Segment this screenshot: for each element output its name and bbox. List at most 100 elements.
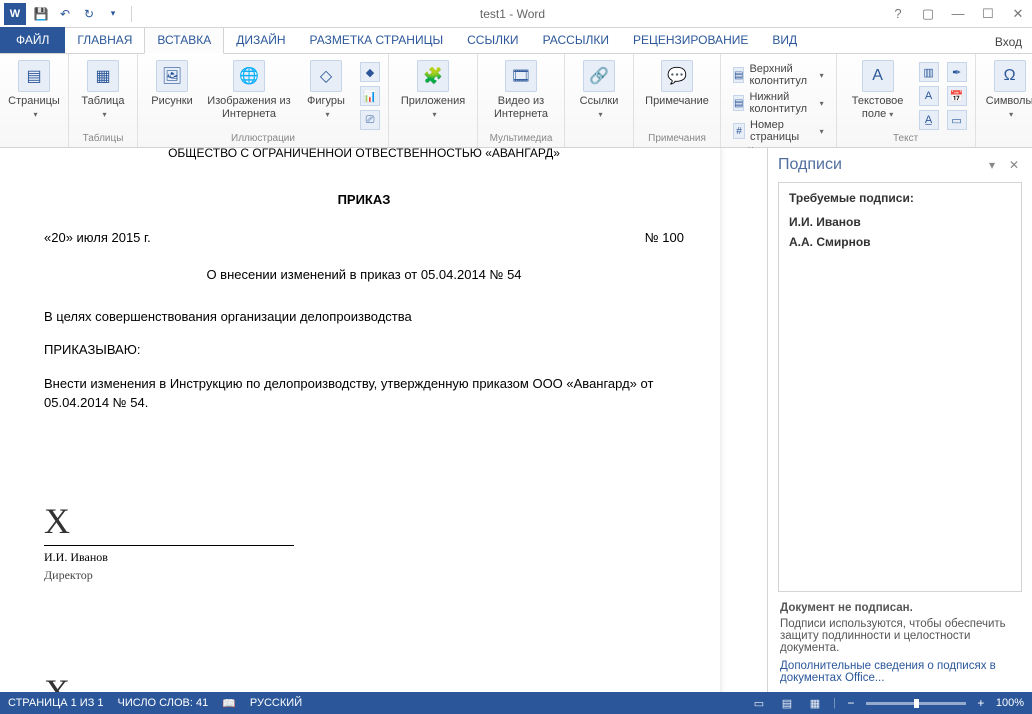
tab-mailings[interactable]: РАССЫЛКИ [531, 28, 621, 53]
pages-label: Страницы [8, 95, 60, 107]
pagenum-label: Номер страницы [750, 119, 812, 143]
doc-number: № 100 [645, 228, 684, 248]
header-icon: ▤ [733, 67, 744, 83]
table-icon: ▦ [87, 60, 119, 92]
group-label-media: Мультимедиа [490, 131, 553, 145]
workspace: ОБЩЕСТВО С ОГРАНИЧЕННОЙ ОТВЕСТВЕННОСТЬЮ … [0, 148, 1032, 692]
zoom-slider[interactable] [866, 702, 966, 705]
help-icon[interactable]: ? [890, 6, 906, 22]
symbols-label: Символы [986, 95, 1032, 107]
signature-line-icon[interactable]: ✒ [947, 62, 967, 82]
signature-1-role: Директор [44, 566, 684, 584]
minimize-icon[interactable]: — [950, 6, 966, 22]
signatures-pane: Подписи ▾ ✕ Требуемые подписи: И.И. Иван… [768, 148, 1032, 692]
table-label: Таблица [81, 95, 124, 107]
screenshot-icon[interactable]: ⎚ [360, 110, 380, 130]
tab-home[interactable]: ГЛАВНАЯ [65, 28, 144, 53]
header-label: Верхний колонтитул [749, 63, 811, 87]
online-pictures-label: Изображения из Интернета [206, 95, 292, 120]
textbox-button[interactable]: A Текстовое поле▾ [845, 58, 911, 120]
footer-button[interactable]: ▤Нижний колонтитул▾ [729, 90, 828, 116]
table-button[interactable]: ▦ Таблица▾ [77, 58, 129, 120]
ribbon-display-options-icon[interactable]: ▢ [920, 6, 936, 22]
tab-design[interactable]: ДИЗАЙН [224, 28, 297, 53]
group-label-tables: Таблицы [83, 131, 124, 145]
save-icon[interactable]: 💾 [32, 5, 50, 23]
status-language[interactable]: РУССКИЙ [250, 697, 302, 709]
wordart-icon[interactable]: A [919, 86, 939, 106]
group-links: 🔗 Ссылки▾ [565, 54, 634, 147]
signer-2[interactable]: А.А. Смирнов [789, 235, 1011, 249]
apps-icon: 🧩 [417, 60, 449, 92]
footer-icon: ▤ [733, 95, 744, 111]
signature-info-link[interactable]: Дополнительные сведения о подписях в док… [780, 660, 1020, 684]
dropcap-icon[interactable]: A̲ [919, 110, 939, 130]
textbox-icon: A [862, 60, 894, 92]
hyperlink-icon: 🔗 [583, 60, 615, 92]
read-mode-icon[interactable]: ▭ [749, 695, 769, 711]
shapes-button[interactable]: ◇ Фигуры▾ [300, 58, 352, 120]
symbols-button[interactable]: Ω Символы▾ [984, 58, 1032, 120]
qat-customize-icon[interactable]: ▾ [104, 5, 122, 23]
signature-block-2[interactable]: X А.А. Смирнов Заместитель Директора [44, 674, 684, 693]
text-extras-2: ✒ 📅 ▭ [947, 58, 967, 130]
signature-line [44, 545, 294, 546]
chart-icon[interactable]: 📊 [360, 86, 380, 106]
page-number-button[interactable]: #Номер страницы▾ [729, 118, 828, 144]
apps-button[interactable]: 🧩 Приложения▾ [397, 58, 469, 120]
picture-icon: 🖼 [156, 60, 188, 92]
group-header-footer: ▤Верхний колонтитул▾ ▤Нижний колонтитул▾… [721, 54, 837, 147]
tab-review[interactable]: РЕЦЕНЗИРОВАНИЕ [621, 28, 760, 53]
close-icon[interactable]: ✕ [1010, 6, 1026, 22]
undo-icon[interactable]: ↶ [56, 5, 74, 23]
video-label: Видео из Интернета [486, 95, 556, 120]
document-area[interactable]: ОБЩЕСТВО С ОГРАНИЧЕННОЙ ОТВЕСТВЕННОСТЬЮ … [0, 148, 768, 692]
date-time-icon[interactable]: 📅 [947, 86, 967, 106]
links-button[interactable]: 🔗 Ссылки▾ [573, 58, 625, 120]
print-layout-icon[interactable]: ▤ [777, 695, 797, 711]
quickparts-icon[interactable]: ▥ [919, 62, 939, 82]
online-picture-icon: 🌐 [233, 60, 265, 92]
separator [131, 6, 132, 22]
sign-in-link[interactable]: Вход [985, 31, 1032, 53]
required-signatures-label: Требуемые подписи: [789, 191, 1011, 205]
illustration-extras: ◆ 📊 ⎚ [360, 58, 380, 130]
tab-page-layout[interactable]: РАЗМЕТКА СТРАНИЦЫ [298, 28, 456, 53]
pictures-button[interactable]: 🖼 Рисунки [146, 58, 198, 108]
tab-view[interactable]: ВИД [760, 28, 809, 53]
window-controls: ? ▢ — ☐ ✕ [890, 6, 1026, 22]
tab-file[interactable]: ФАЙЛ [0, 27, 65, 53]
doc-subject: О внесении изменений в приказ от 05.04.2… [44, 265, 684, 285]
object-icon[interactable]: ▭ [947, 110, 967, 130]
signature-block-1[interactable]: X И.И. Иванов Директор [44, 503, 684, 584]
pane-close-icon[interactable]: ✕ [1006, 157, 1022, 173]
doc-heading: ПРИКАЗ [44, 190, 684, 210]
smartart-icon[interactable]: ◆ [360, 62, 380, 82]
comment-button[interactable]: 💬 Примечание [642, 58, 712, 108]
zoom-level[interactable]: 100% [996, 697, 1024, 709]
signer-1[interactable]: И.И. Иванов [789, 215, 1011, 229]
group-media: 🎞 Видео из Интернета Мультимедиа [478, 54, 565, 147]
status-proofing-icon[interactable]: 📖 [222, 697, 236, 710]
status-page[interactable]: СТРАНИЦА 1 ИЗ 1 [8, 697, 104, 709]
pagenum-icon: # [733, 123, 745, 139]
comment-label: Примечание [645, 95, 709, 108]
pane-options-icon[interactable]: ▾ [984, 157, 1000, 173]
tab-references[interactable]: ССЫЛКИ [455, 28, 530, 53]
apps-label: Приложения [401, 95, 465, 107]
org-header: ОБЩЕСТВО С ОГРАНИЧЕННОЙ ОТВЕСТВЕННОСТЬЮ … [44, 148, 684, 162]
paragraph-1: В целях совершенствования организации де… [44, 307, 684, 327]
tab-insert[interactable]: ВСТАВКА [144, 27, 224, 54]
online-pictures-button[interactable]: 🌐 Изображения из Интернета [206, 58, 292, 120]
redo-icon[interactable]: ↻ [80, 5, 98, 23]
status-wordcount[interactable]: ЧИСЛО СЛОВ: 41 [118, 697, 209, 709]
group-label-comments: Примечания [648, 131, 706, 145]
header-button[interactable]: ▤Верхний колонтитул▾ [729, 62, 828, 88]
zoom-out-icon[interactable]: − [844, 696, 858, 710]
web-layout-icon[interactable]: ▦ [805, 695, 825, 711]
maximize-icon[interactable]: ☐ [980, 6, 996, 22]
pages-button[interactable]: ▤ Страницы▾ [8, 58, 60, 120]
online-video-button[interactable]: 🎞 Видео из Интернета [486, 58, 556, 120]
doc-date: «20» июля 2015 г. [44, 228, 151, 248]
zoom-in-icon[interactable]: + [974, 696, 988, 710]
